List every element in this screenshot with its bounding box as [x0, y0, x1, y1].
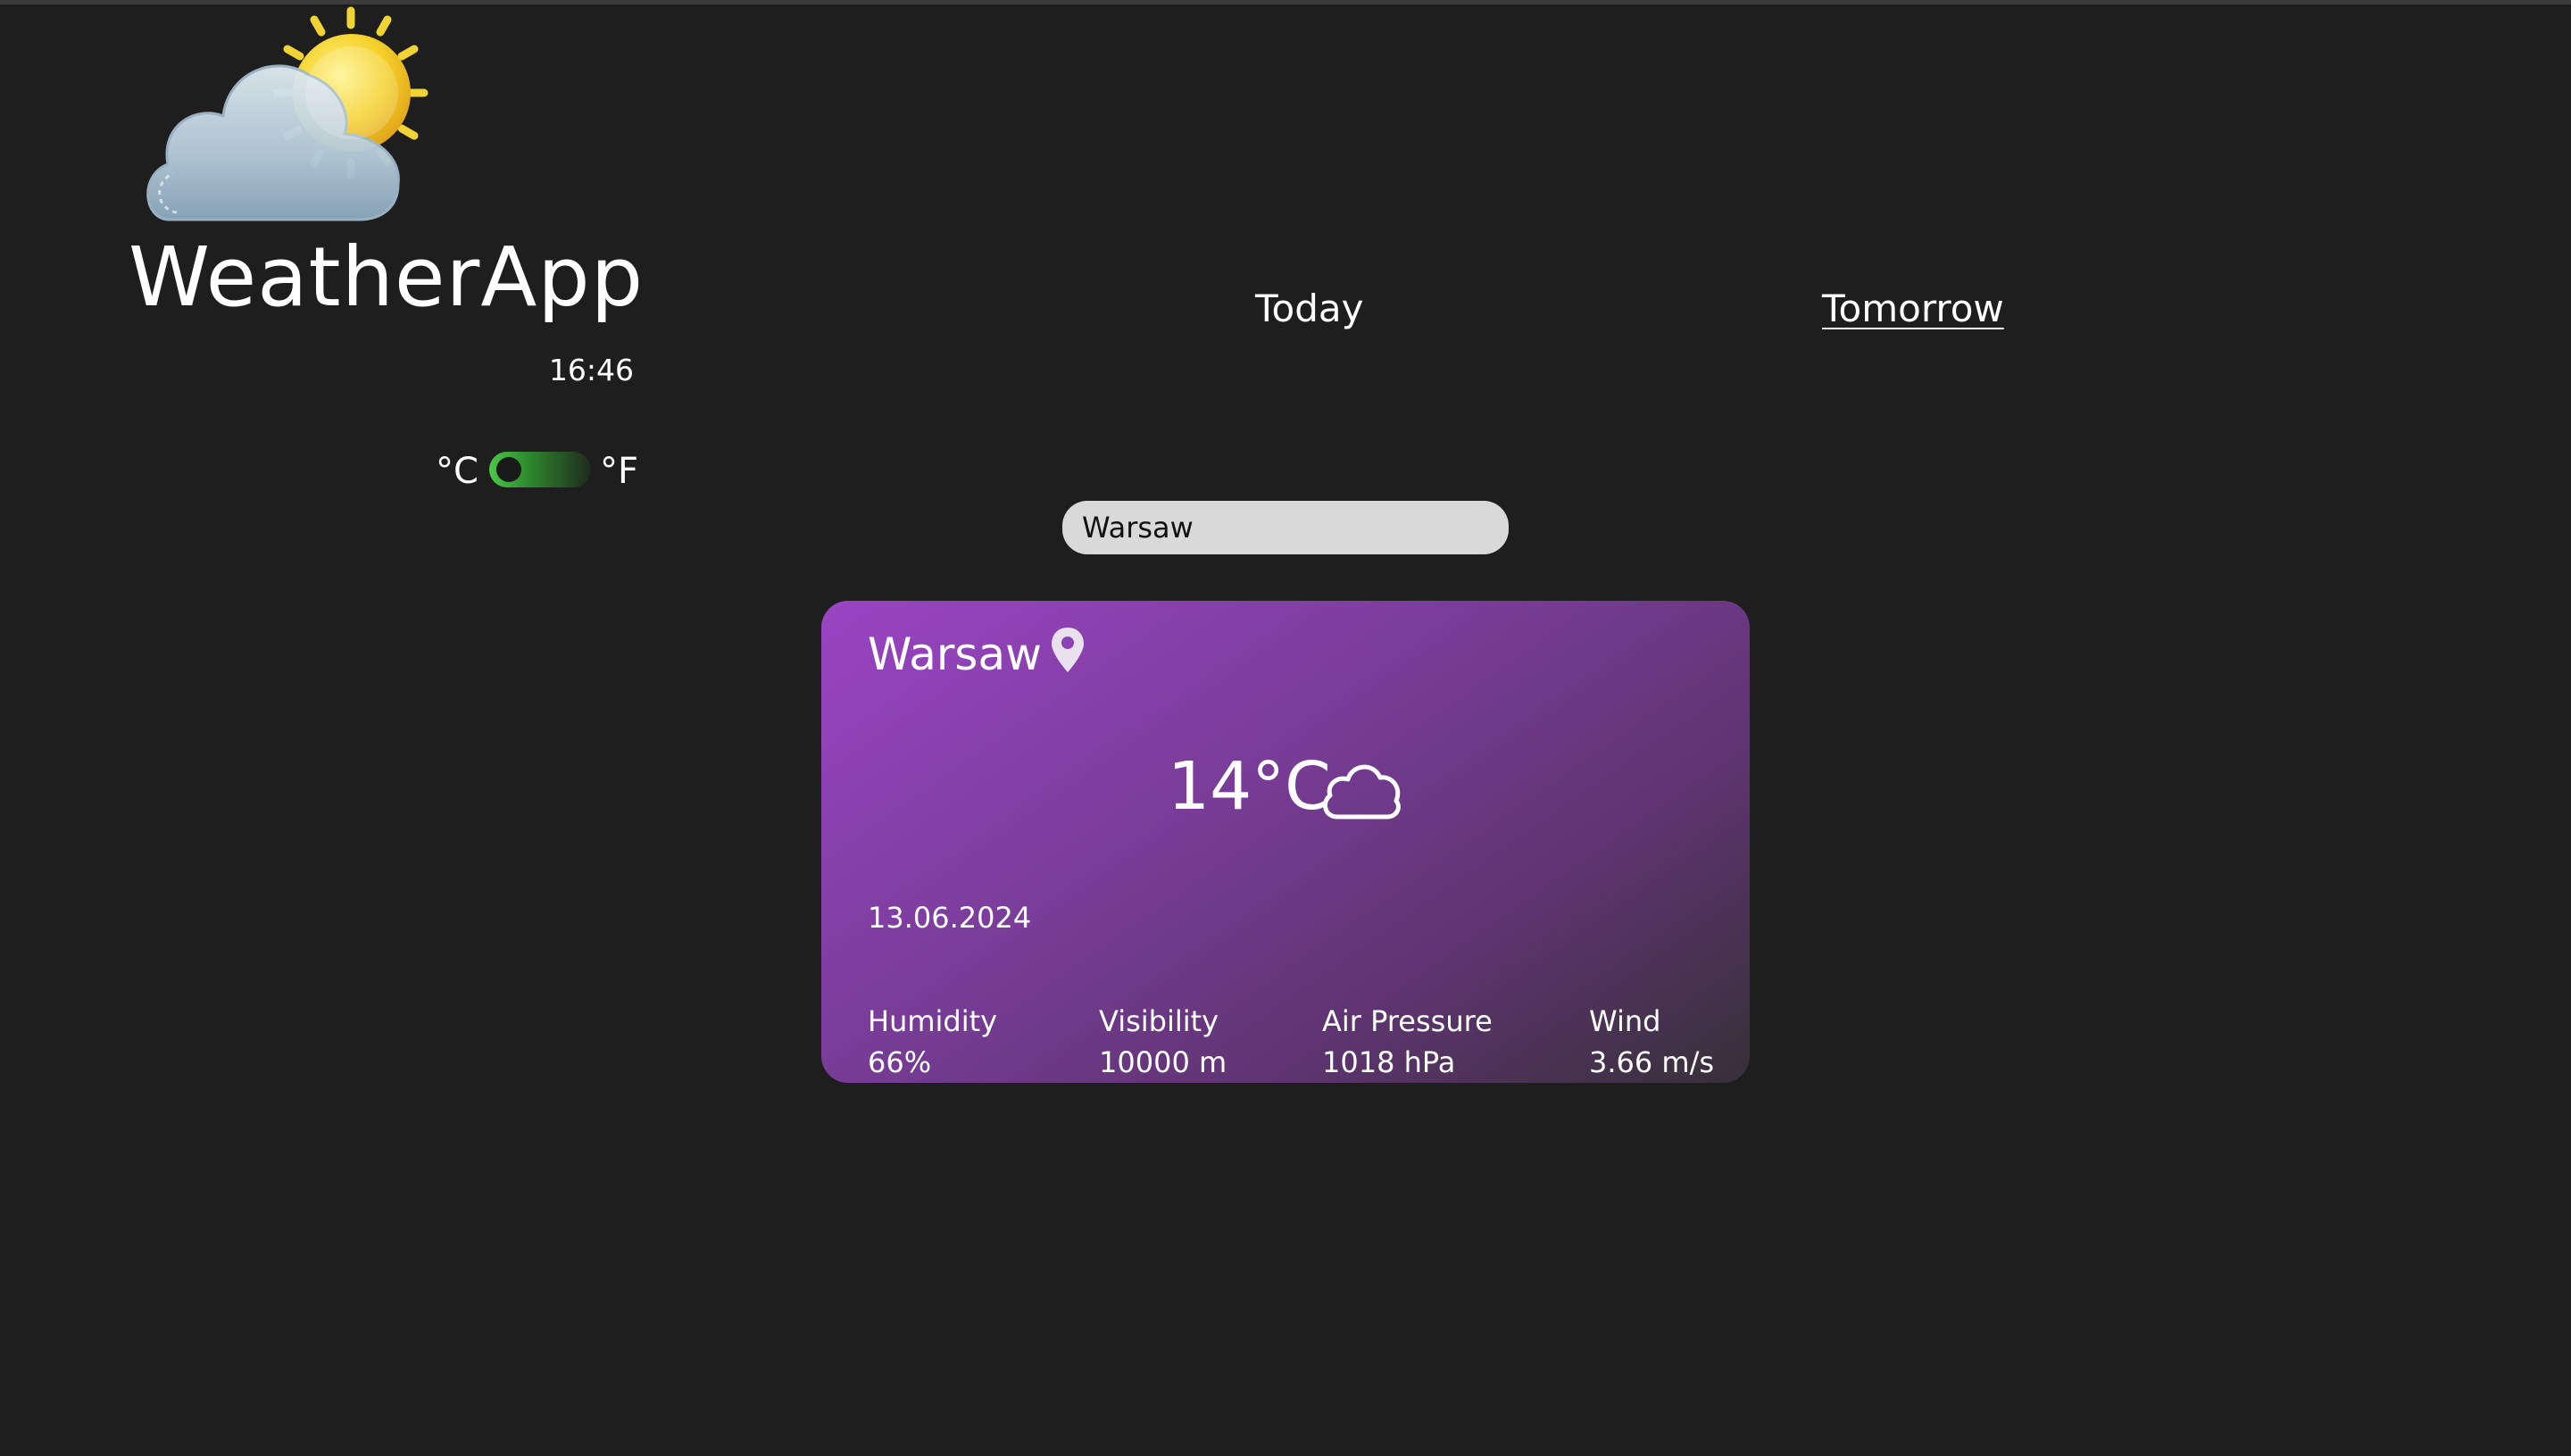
stat-visibility: Visibility 10000 m	[1099, 1001, 1227, 1083]
forecast-date: 13.06.2024	[868, 901, 1032, 935]
unit-toggle[interactable]	[489, 452, 591, 487]
stat-wind: Wind 3.66 m/s	[1589, 1001, 1714, 1083]
page: WeatherApp 16:46 °C °F Today Tomorrow Wa…	[0, 0, 2571, 1456]
stat-value: 3.66 m/s	[1589, 1045, 1715, 1080]
city-search-input[interactable]	[1062, 501, 1509, 554]
stat-label: Humidity	[868, 1004, 998, 1038]
current-time: 16:46	[548, 353, 634, 387]
cloud-icon	[1322, 764, 1401, 820]
weather-card: Warsaw 14°C 13.06.2024 Humidity 66% Visi…	[821, 601, 1750, 1083]
app-title: WeatherApp	[129, 229, 645, 325]
toggle-knob	[496, 457, 521, 482]
celsius-label: °C	[436, 451, 478, 492]
search-box	[1062, 501, 1509, 554]
weather-logo-icon	[146, 6, 428, 221]
temperature: 14°C	[1168, 748, 1331, 825]
stat-value: 66%	[868, 1045, 932, 1080]
stat-label: Visibility	[1099, 1004, 1219, 1038]
stat-value: 1018 hPa	[1322, 1045, 1456, 1080]
city-name: Warsaw	[868, 628, 1043, 680]
tab-tomorrow[interactable]: Tomorrow	[1822, 290, 2004, 328]
tab-today[interactable]: Today	[1255, 290, 1363, 328]
fahrenheit-label: °F	[600, 451, 639, 492]
stat-label: Wind	[1589, 1004, 1661, 1038]
unit-switcher: °C °F	[436, 446, 639, 496]
stat-label: Air Pressure	[1322, 1004, 1493, 1038]
stat-humidity: Humidity 66%	[868, 1001, 997, 1083]
location-pin-icon	[1052, 628, 1084, 672]
stat-value: 10000 m	[1099, 1045, 1227, 1080]
stat-air-pressure: Air Pressure 1018 hPa	[1322, 1001, 1493, 1083]
